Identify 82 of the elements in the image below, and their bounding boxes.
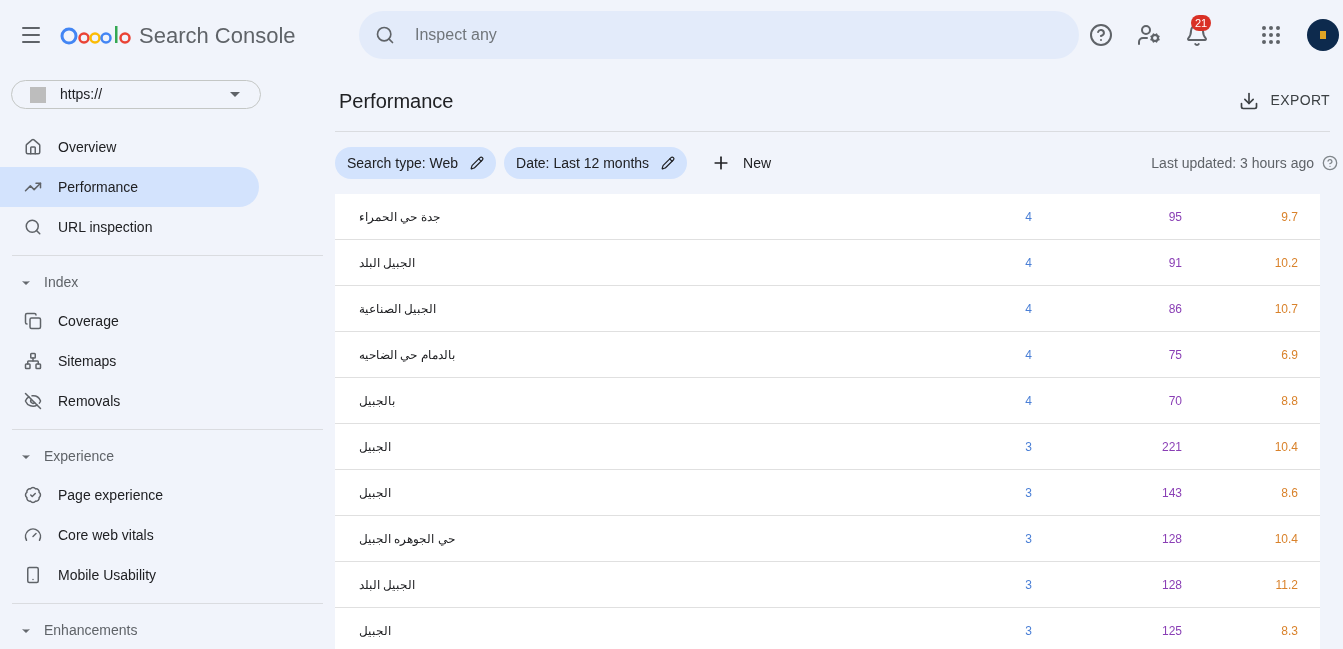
table-cell-text: 143 [1160,484,1182,502]
filter-chip[interactable]: Date: Last 12 months [504,147,688,179]
table-cell-text: 3 [1024,438,1032,456]
eye-off-icon [24,392,42,410]
sidebar-item[interactable]: Removals [0,381,259,421]
table-cell-text: الجبيل البلد [359,254,416,272]
table-cell-text: 4 [1024,346,1032,364]
new-filter-button[interactable]: New [703,152,780,174]
table-cell-text: 4 [1024,300,1032,318]
help-icon[interactable] [1089,23,1113,47]
download-icon [1238,90,1259,111]
table-cell-text: 8.3 [1280,622,1298,640]
table-cell-text: بالجبيل [359,392,395,410]
table-cell-text: 6.9 [1280,346,1298,364]
table-cell-text: 128 [1160,530,1182,548]
pencil-icon [661,156,676,170]
apps-icon[interactable] [1259,23,1283,47]
account-avatar[interactable] [1307,19,1339,51]
table-cell-text: 70 [1167,392,1182,410]
export-button[interactable]: EXPORT [1238,90,1330,111]
sitemap-icon [24,352,42,370]
table-cell-text: 10.2 [1273,254,1298,272]
table-cell-text: 91 [1167,254,1182,272]
pencil-icon [470,156,485,170]
table-cell-text: 221 [1160,438,1182,456]
filter-chip[interactable]: Search type: Web [335,147,497,179]
section-heading[interactable]: Index [44,272,79,293]
table-cell-text: الجبيل الصناعية [359,300,437,318]
badge-icon [24,486,42,504]
sidebar-item[interactable]: Sitemaps [0,341,259,381]
pages-icon [24,312,42,330]
site-icon [28,84,48,105]
sidebar-item[interactable]: Mobile Usability [0,555,259,595]
table-cell-text: 3 [1024,576,1032,594]
table-cell-text: 8.8 [1280,392,1298,410]
table-cell-text: 75 [1167,346,1182,364]
section-heading[interactable]: Experience [44,446,115,467]
table-cell-text: 86 [1167,300,1182,318]
table-cell-text: 10.7 [1273,300,1298,318]
sidebar-item[interactable]: Page experience [0,475,259,515]
table-cell-text: الجبيل [359,622,391,640]
table-cell-text: الجبيل [359,484,391,502]
table-cell-text: 125 [1160,622,1182,640]
notification-badge: 21 [1191,15,1212,31]
table-cell-text: 3 [1024,484,1032,502]
table-cell-text: الجبيل البلد [359,576,416,594]
dropdown-caret-icon [230,92,240,97]
table-cell-text: بالدمام حي الضاحيه [359,346,455,364]
table-cell-text: 11.2 [1274,576,1298,594]
table-cell-text: 8.6 [1280,484,1298,502]
table-cell-text: 4 [1024,392,1032,410]
home-icon [24,138,42,156]
table-cell-text: 3 [1024,622,1032,640]
table-cell-text: 9.7 [1280,208,1298,226]
product-name: Search Console [139,21,296,50]
url-inspect-field[interactable]: Inspect any [359,11,1079,59]
search-icon [24,218,42,236]
sidebar-item[interactable]: Overview [0,127,259,167]
table-cell-text: 3 [1024,530,1032,548]
section-heading[interactable]: Enhancements [44,620,138,641]
gauge-icon [24,526,42,544]
search-icon [375,25,395,45]
table-cell-text: 10.4 [1273,530,1298,548]
logo-icon [1318,30,1328,40]
sidebar-item[interactable]: Core web vitals [0,515,259,555]
phone-icon [24,566,42,584]
table-cell-text: جدة حي الحمراء [359,208,440,226]
table-cell-text: حي الجوهره الجبيل [359,530,455,548]
table-cell-text: 4 [1024,254,1032,272]
table-cell-text: 10.4 [1273,438,1298,456]
table-cell-text: 95 [1167,208,1182,226]
sidebar-item[interactable]: Coverage [0,301,259,341]
page-title: Performance [339,88,454,114]
table-cell-text: 128 [1160,576,1182,594]
help-icon[interactable] [1322,155,1338,171]
sidebar-item[interactable]: Performance [0,167,259,207]
last-updated-text: Last updated: 3 hours ago [1151,153,1314,173]
table-cell-text: الجبيل [359,438,391,456]
user-settings-icon[interactable] [1137,23,1161,47]
table-cell-text: 4 [1024,208,1032,226]
sidebar-item[interactable]: URL inspection [0,207,259,247]
search-input[interactable]: Inspect any [415,23,1063,47]
